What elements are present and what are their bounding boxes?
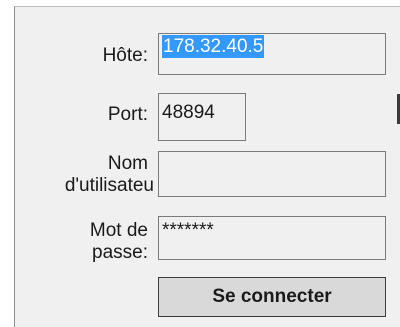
host-field[interactable]: 178.32.40.5 <box>158 33 386 75</box>
host-label: Hôte: <box>102 45 148 66</box>
host-value: 178.32.40.5 <box>162 35 265 58</box>
password-label-line1: Mot de <box>89 220 148 241</box>
password-value: ******* <box>162 220 214 241</box>
username-label-line1: Nom <box>107 153 148 174</box>
username-label: Nom d'utilisateu <box>20 153 154 197</box>
username-label-line2: d'utilisateu <box>64 175 154 196</box>
port-label: Port: <box>107 104 148 125</box>
connect-button[interactable]: Se connecter <box>158 277 386 317</box>
username-field[interactable] <box>158 151 386 197</box>
password-field[interactable]: ******* <box>158 216 386 260</box>
password-label: Mot de passe: <box>20 220 148 264</box>
password-label-line2: passe: <box>92 242 148 263</box>
port-value: 48894 <box>162 102 215 123</box>
port-field[interactable]: 48894 <box>158 93 246 141</box>
